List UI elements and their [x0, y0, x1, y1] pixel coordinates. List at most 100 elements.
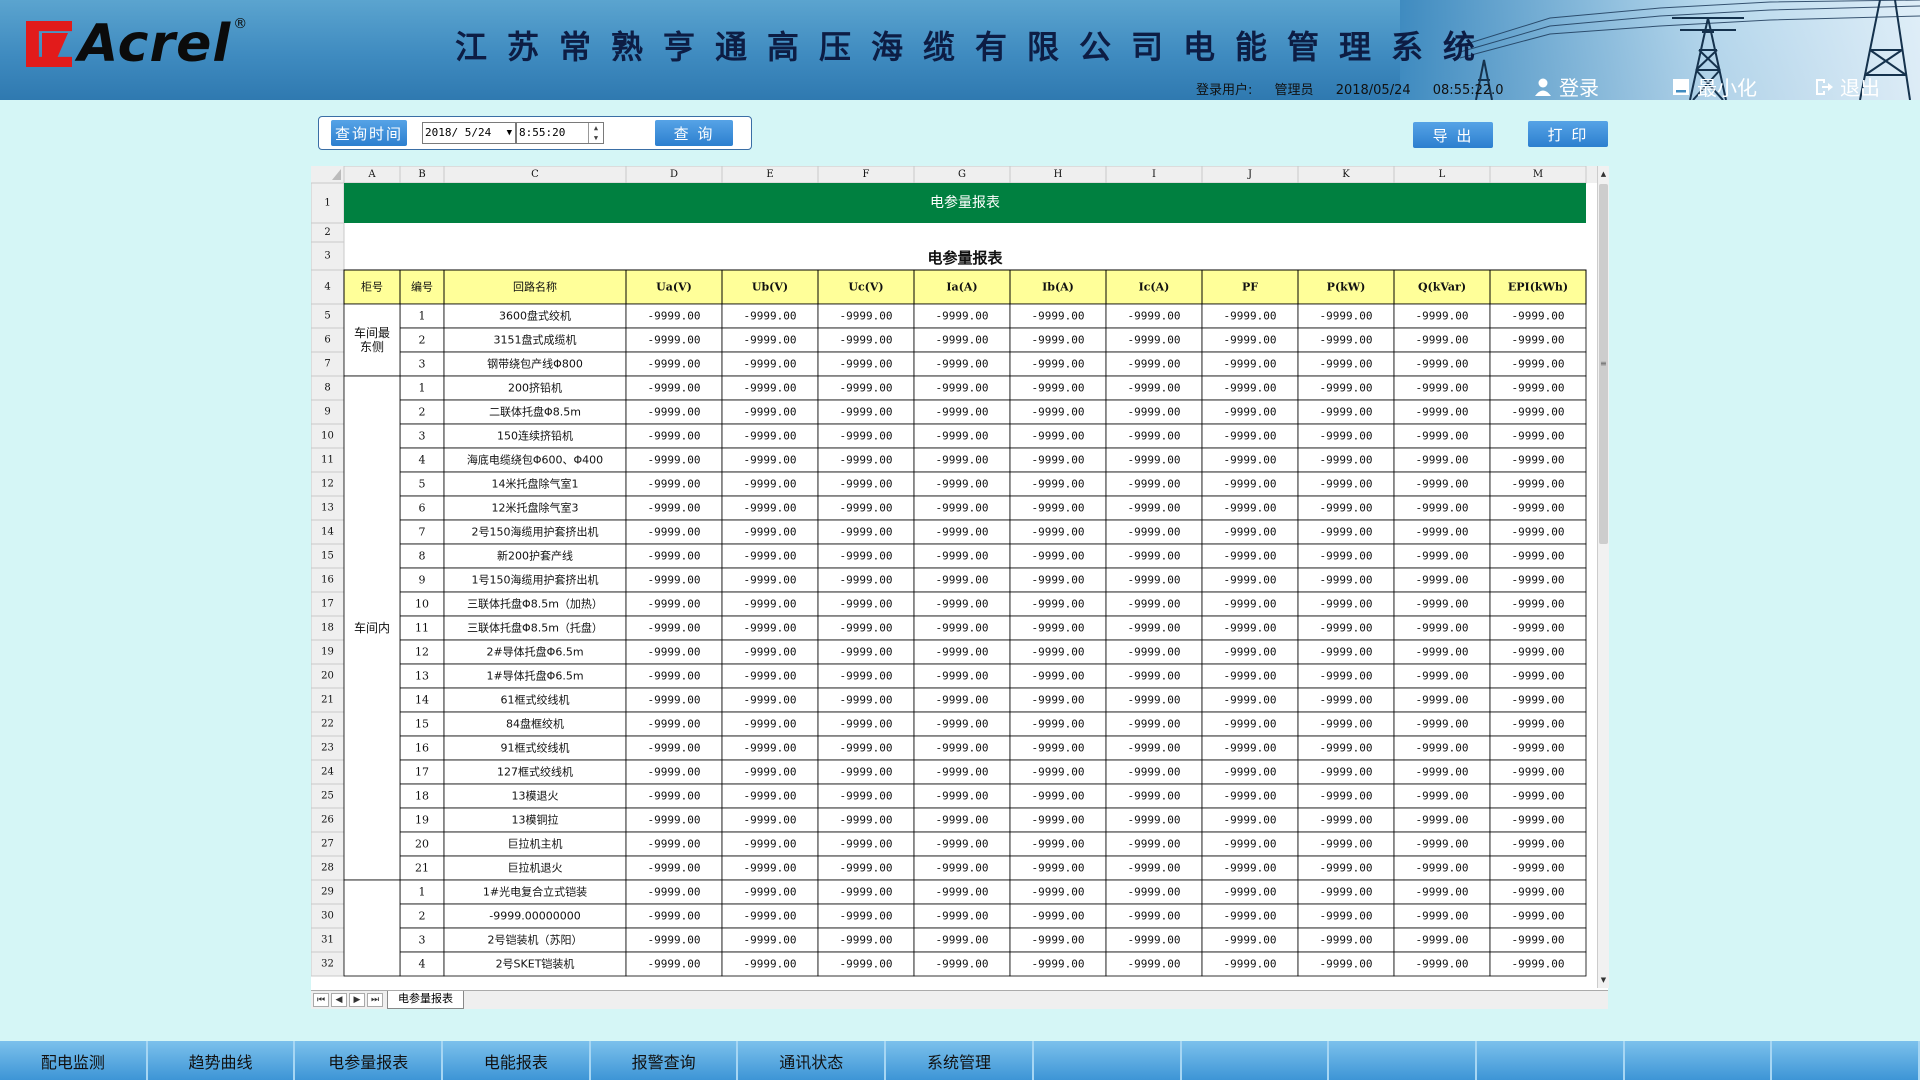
table-header-label: PF: [1242, 281, 1258, 294]
cell-value: -9999.00: [936, 574, 989, 587]
cell-value: -9999.00: [744, 598, 797, 611]
cell-value: -9999.00: [840, 430, 893, 443]
next-sheet-icon[interactable]: ▶: [349, 993, 365, 1007]
cell-value: -9999.00: [1128, 910, 1181, 923]
cell-value: -9999.00: [936, 598, 989, 611]
cell-value: -9999.00: [1416, 862, 1469, 875]
cell-value: -9999.00: [936, 694, 989, 707]
nav-power-monitoring[interactable]: 配电监测: [0, 1041, 148, 1080]
export-button[interactable]: 导 出: [1413, 122, 1493, 148]
scroll-down-icon[interactable]: ▼: [1599, 976, 1608, 984]
cell-circuit-name: 127框式绞线机: [497, 765, 573, 779]
cell-value: -9999.00: [1512, 382, 1565, 395]
cell-value: -9999.00: [1320, 598, 1373, 611]
acrel-logo-mark-icon: [26, 21, 72, 67]
cell-value: -9999.00: [744, 790, 797, 803]
time-picker[interactable]: 8:55:20 ▲ ▼: [516, 122, 604, 144]
minimize-button[interactable]: 最小化: [1671, 72, 1757, 100]
user-icon: [1535, 78, 1551, 96]
nav-alarm-query[interactable]: 报警查询: [591, 1041, 739, 1080]
cell-value: -9999.00: [1416, 670, 1469, 683]
spinner-down-icon[interactable]: ▼: [589, 133, 603, 143]
cell-value: -9999.00: [744, 958, 797, 971]
cell-circuit-name: 三联体托盘Φ8.5m（加热）: [467, 597, 603, 611]
cell-value: -9999.00: [1224, 622, 1277, 635]
group-label: 车间内: [354, 620, 390, 635]
cell-value: -9999.00: [648, 886, 701, 899]
cell-value: -9999.00: [1224, 790, 1277, 803]
cell-value: -9999.00: [1416, 646, 1469, 659]
cell-value: -9999.00: [1224, 694, 1277, 707]
login-button[interactable]: 登录: [1533, 72, 1599, 100]
cell-value: -9999.00: [1032, 742, 1085, 755]
column-letter: H: [1054, 169, 1063, 180]
cell-value: -9999.00: [1032, 910, 1085, 923]
cell-circuit-name: 二联体托盘Φ8.5m: [489, 405, 581, 419]
cell-number: 19: [415, 814, 429, 827]
group-cell[interactable]: [343, 879, 401, 977]
print-button[interactable]: 打 印: [1528, 121, 1608, 147]
cell-value: -9999.00: [1128, 550, 1181, 563]
cell-value: -9999.00: [1320, 502, 1373, 515]
cell-value: -9999.00: [744, 358, 797, 371]
cell-value: -9999.00: [1416, 526, 1469, 539]
cell-value: -9999.00: [1128, 478, 1181, 491]
cell-value: -9999.00: [1512, 694, 1565, 707]
row-number: 6: [324, 335, 330, 346]
scroll-up-icon[interactable]: ▲: [1599, 170, 1608, 178]
nav-comm-status[interactable]: 通讯状态: [738, 1041, 887, 1080]
cell-value: -9999.00: [1128, 742, 1181, 755]
nav-energy-report[interactable]: 电能报表: [443, 1041, 591, 1080]
report-grid[interactable]: A B C D E F G H I J K L M123456789101112131415161718…: [311, 166, 1597, 990]
date-picker[interactable]: 2018/ 5/24 ▼: [422, 122, 516, 144]
user-name: 管理员: [1274, 83, 1314, 98]
cell-value: -9999.00: [840, 334, 893, 347]
first-sheet-icon[interactable]: ⏮: [313, 993, 329, 1007]
query-button[interactable]: 查 询: [655, 120, 733, 146]
cell-value: -9999.00: [1032, 622, 1085, 635]
current-date: 2018/05/24: [1335, 83, 1411, 98]
cell-value: -9999.00: [648, 526, 701, 539]
report-spreadsheet[interactable]: A B C D E F G H I J K L M 1 2 3 4 5 6 7 8 9 10 11 12 13 14 15 16 17 18…: [311, 166, 1608, 1008]
chevron-down-icon[interactable]: ▼: [507, 123, 512, 143]
time-spinner[interactable]: ▲ ▼: [588, 123, 603, 143]
nav-trend-curve[interactable]: 趋势曲线: [148, 1041, 296, 1080]
sheet-tab[interactable]: 电参量报表: [387, 991, 464, 1009]
spinner-up-icon[interactable]: ▲: [589, 123, 603, 133]
cell-value: -9999.00: [1032, 406, 1085, 419]
cell-value: -9999.00: [1320, 934, 1373, 947]
last-sheet-icon[interactable]: ⏭: [367, 993, 383, 1007]
prev-sheet-icon[interactable]: ◀: [331, 993, 347, 1007]
cell-value: -9999.00: [1032, 862, 1085, 875]
cell-value: -9999.00: [936, 742, 989, 755]
nav-parameter-report[interactable]: 电参量报表: [295, 1041, 444, 1080]
cell-value: -9999.00: [1320, 886, 1373, 899]
cell-value: -9999.00: [840, 382, 893, 395]
cell-circuit-name: 12米托盘除气室3: [492, 501, 579, 515]
cell-value: -9999.00: [936, 550, 989, 563]
cell-value: -9999.00: [1320, 622, 1373, 635]
cell-value: -9999.00: [744, 550, 797, 563]
cell-value: -9999.00: [1224, 886, 1277, 899]
query-time-button[interactable]: 查询时间: [331, 120, 407, 146]
cell-value: -9999.00: [648, 838, 701, 851]
cell-value: -9999.00: [1512, 574, 1565, 587]
cell-number: 17: [415, 766, 429, 779]
cell-value: -9999.00: [1416, 334, 1469, 347]
cell-value: -9999.00: [744, 430, 797, 443]
row-number: 4: [324, 282, 330, 293]
cell-circuit-name: 13模退火: [512, 790, 559, 803]
cell-value: -9999.00: [1032, 382, 1085, 395]
cell-value: -9999.00: [1512, 934, 1565, 947]
nav-system-admin[interactable]: 系统管理: [886, 1041, 1034, 1080]
exit-button[interactable]: 退出: [1814, 72, 1880, 100]
cell-value: -9999.00: [936, 334, 989, 347]
cell-value: -9999.00: [648, 742, 701, 755]
cell-value: -9999.00: [1320, 694, 1373, 707]
cell-value: -9999.00: [1512, 670, 1565, 683]
cell-value: -9999.00: [1320, 406, 1373, 419]
cell-number: 10: [415, 598, 429, 611]
vertical-scrollbar[interactable]: ▲ ≡ ▼: [1597, 166, 1609, 988]
row-number: 7: [324, 359, 330, 370]
cell-value: -9999.00: [936, 886, 989, 899]
